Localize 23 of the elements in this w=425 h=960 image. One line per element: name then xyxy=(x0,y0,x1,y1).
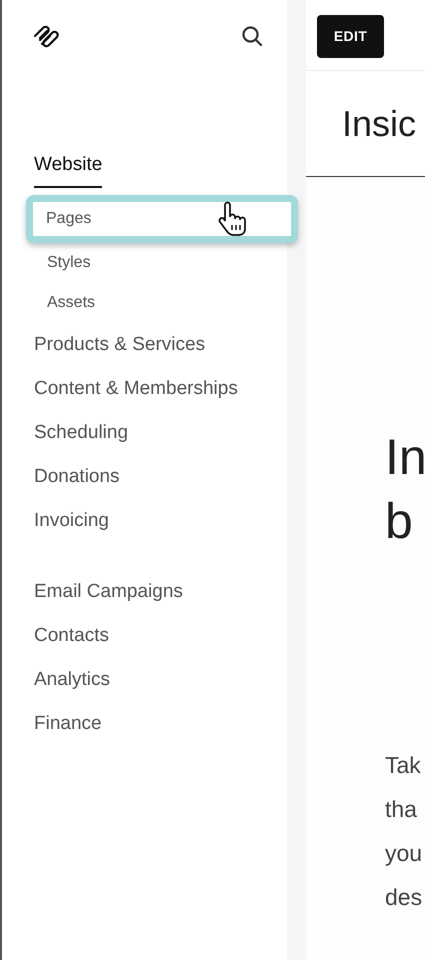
body-text-line: des xyxy=(385,883,422,912)
heading-line: b xyxy=(385,492,413,551)
nav-item[interactable]: Content & Memberships xyxy=(34,367,238,411)
nav-subitem[interactable]: Assets xyxy=(47,283,96,323)
edit-button[interactable]: EDIT xyxy=(317,15,384,58)
search-icon[interactable] xyxy=(241,25,263,47)
body-text-line: you xyxy=(385,839,422,868)
nav-item[interactable]: Finance xyxy=(34,702,102,746)
nav-item[interactable]: Scheduling xyxy=(34,411,128,455)
nav-item[interactable]: Products & Services xyxy=(34,323,206,367)
nav-item[interactable]: Analytics xyxy=(34,658,110,702)
nav-item[interactable]: Invoicing xyxy=(34,499,109,543)
body-text-line: Tak xyxy=(385,751,421,780)
body-text-line: tha xyxy=(385,795,417,824)
nav-item[interactable]: Donations xyxy=(34,455,120,499)
nav-subitem[interactable]: Styles xyxy=(47,243,91,283)
nav-item[interactable]: Email Campaigns xyxy=(34,570,183,614)
nav-item[interactable]: Website xyxy=(34,144,102,188)
logo-icon[interactable] xyxy=(32,24,60,48)
nav-item[interactable]: Contacts xyxy=(34,614,109,658)
heading-line: In xyxy=(385,428,425,487)
nav-subitem[interactable]: Pages xyxy=(26,195,298,243)
page-title: Insic xyxy=(342,102,416,146)
